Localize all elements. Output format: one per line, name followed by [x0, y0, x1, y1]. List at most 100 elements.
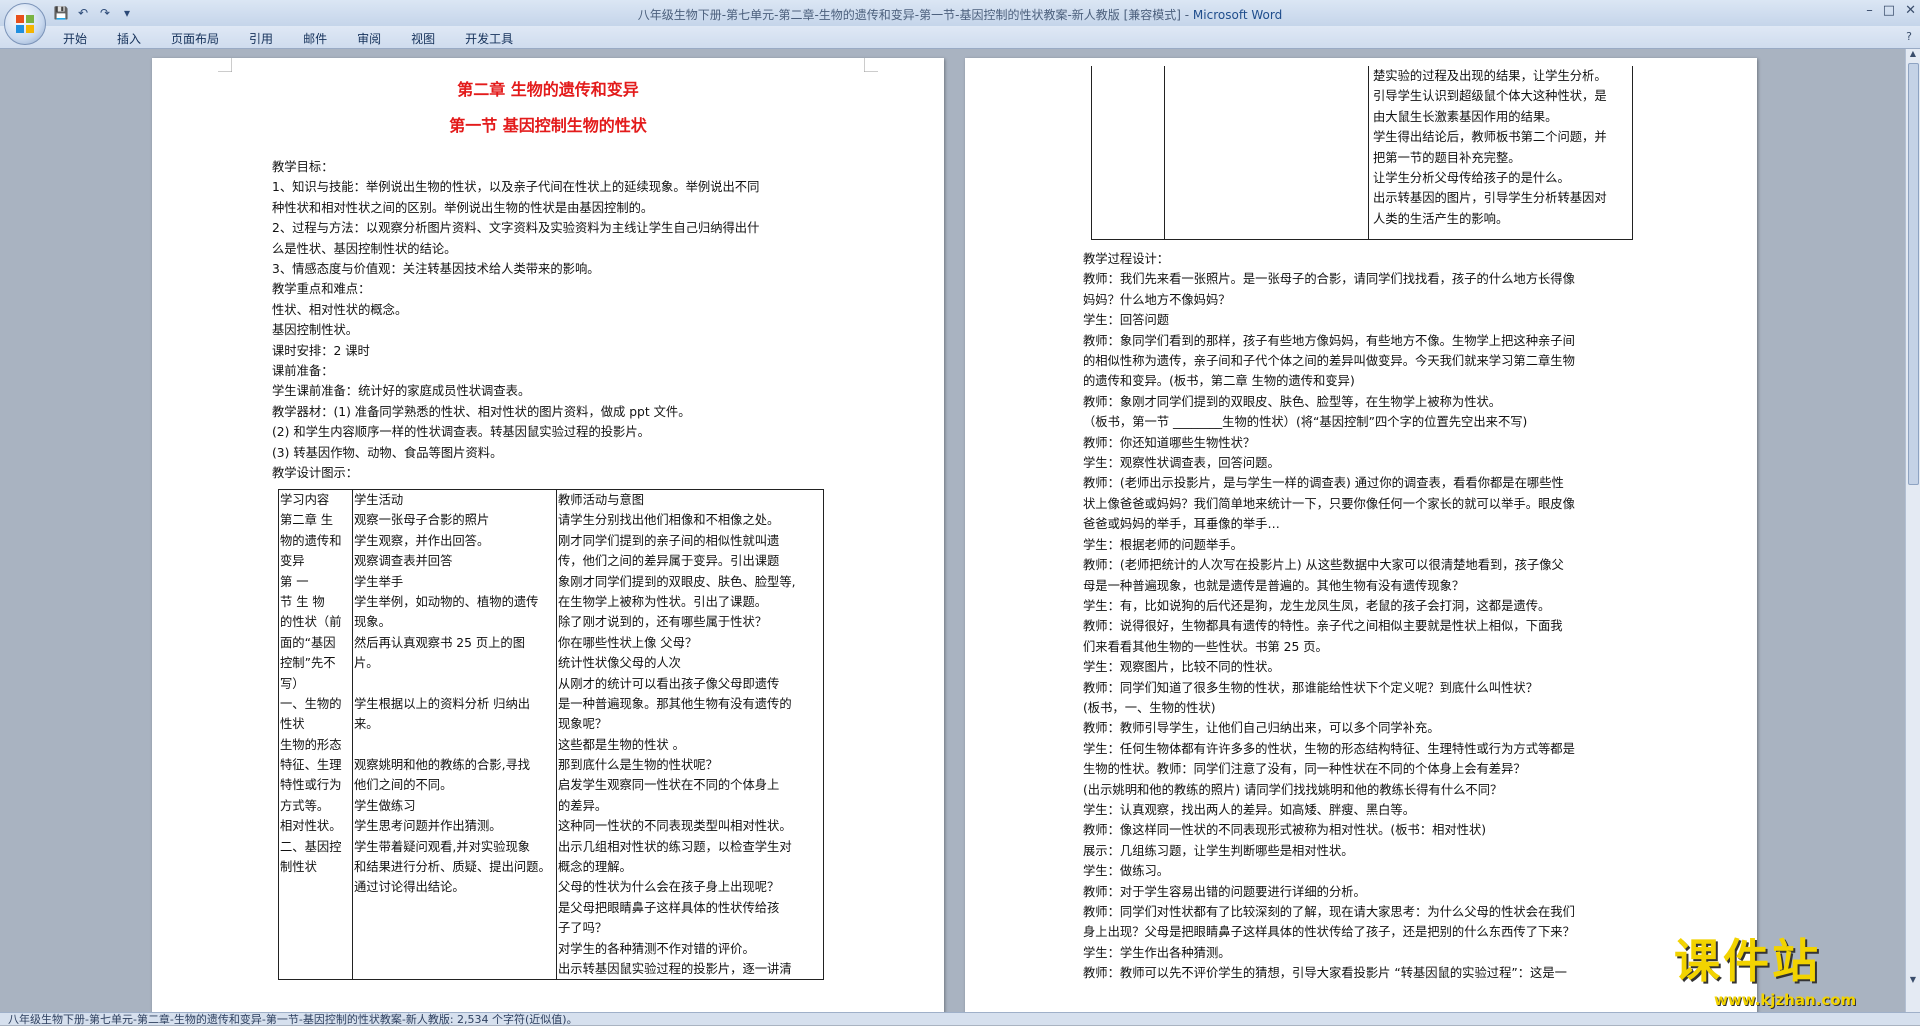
- table-cell-line: 从刚才的统计可以看出孩子像父母即遗传: [558, 676, 780, 691]
- table-cell-line: 一、生物的: [280, 696, 342, 711]
- table-cell-line: 父母的性状为什么会在孩子身上出现呢？: [558, 880, 780, 895]
- text-line: 妈妈？什么地方不像妈妈？: [1083, 292, 1231, 307]
- text-line: 教学目标：: [272, 160, 334, 174]
- table-cell-line: 观察一张母子合影的照片: [354, 513, 490, 528]
- text-line: 教师：象刚才同学们提到的双眼皮、肤色、脸型等，在生物学上被称为性状。: [1083, 394, 1502, 409]
- text-line: 么是性状、基因控制性状的结论。: [272, 241, 457, 256]
- design-table: 学习内容 第二章 生物的遗传和 变异第 一节 生 物的性状（前 面的“基因 控制”先不写…: [278, 488, 824, 981]
- table-cell-line: 对学生的各种猜测不作对错的评价。: [558, 941, 755, 956]
- text-line: 学生：有，比如说狗的后代还是狗，龙生龙凤生凤，老鼠的孩子会打洞，这都是遗传。: [1083, 598, 1551, 613]
- maximize-button[interactable]: □: [1883, 3, 1895, 18]
- text-line: 学生：根据老师的问题举手。: [1083, 537, 1243, 552]
- table-cell-line: 第二章 生: [280, 513, 334, 528]
- table-cell-line: 学生观察，并作出回答。: [354, 533, 490, 548]
- text-line: 3、情感态度与价值观：关注转基因技术给人类带来的影响。: [272, 262, 600, 277]
- watermark-text: 课件站: [1674, 934, 1821, 988]
- table-cell-line: 引导学生认识到超级鼠个体大这种性状，是: [1373, 89, 1607, 104]
- table-cell-line: 是父母把眼睛鼻子这样具体的性状传给孩: [558, 900, 780, 915]
- table-cell-line: 学生举例，如动物的、植物的遗传: [354, 594, 539, 609]
- table-cell-line: 请学生分别找出他们相像和不相像之处。: [558, 513, 780, 528]
- text-line: 教师：教师引导学生，让他们自己归纳出来，可以多个同学补充。: [1083, 721, 1440, 736]
- table-cell-line: 学习内容: [280, 493, 330, 507]
- text-line: 教师：(老师出示投影片，是与学生一样的调查表) 通过你的调查表，看看你都是在哪些…: [1083, 476, 1564, 491]
- text-line: 的遗传和变异。(板书，第二章 生物的遗传和变异): [1083, 374, 1355, 389]
- text-line: 教师：像这样同一性状的不同表现形式被称为相对性状。(板书：相对性状): [1083, 823, 1487, 838]
- text-line: (3) 转基因作物、动物、食品等图片资料。: [272, 445, 503, 460]
- text-line: 种性状和相对性状之间的区别。举例说出生物的性状是由基因控制的。: [272, 200, 654, 215]
- table-cell-line: 他们之间的不同。: [354, 778, 453, 793]
- table-cell-line: 来。: [354, 717, 379, 732]
- ribbon-tab[interactable]: 插入: [102, 30, 156, 47]
- office-button[interactable]: [4, 3, 46, 45]
- status-bar: 八年级生物下册-第七单元-第二章-生物的遗传和变异-第一节-基因控制的性状教案-…: [0, 1012, 1920, 1026]
- table-cell-line: 楚实验的过程及出现的结果，让学生分析。: [1373, 69, 1607, 83]
- text-line: 教师：我们先来看一张照片。是一张母子的合影，请同学们找找看，孩子的什么地方长得像: [1083, 272, 1575, 287]
- ribbon-tab[interactable]: 邮件: [288, 30, 342, 47]
- table-cell-line: 二、基因控: [280, 839, 342, 854]
- text-line: 学生：任何生物体都有许许多多的性状，生物的形态结构特征、生理特性或行为方式等都是: [1083, 741, 1575, 756]
- table-cell-line: 除了刚才说到的，还有哪些属于性状？: [558, 615, 768, 630]
- text-line: 教师：你还知道哪些生物性状？: [1083, 435, 1256, 450]
- scroll-thumb[interactable]: [1908, 63, 1919, 485]
- table-cell-line: 通过讨论得出结论。: [354, 880, 465, 895]
- document-area[interactable]: 第二章 生物的遗传和变异 第一节 基因控制生物的性状 教学目标： 1、知识与技能：…: [0, 49, 1906, 1012]
- text-line: 教师：同学们对性状都有了比较深刻的了解，现在请大家思考：为什么父母的性状会在我们: [1083, 905, 1575, 919]
- table-cell-line: 启发学生观察同一性状在不同的个体身上: [558, 778, 780, 793]
- table-cell-line: 学生根据以上的资料分析 归纳出: [354, 696, 531, 711]
- table-cell-line: 那到底什么是生物的性状呢？: [558, 758, 718, 773]
- watermark: 课件站 www.kjzhan.com: [1674, 925, 1910, 1009]
- text-line: 展示：几组练习题，让学生判断哪些是相对性状。: [1083, 843, 1354, 858]
- text-line: 生物的性状。教师：同学们注意了没有，同一种性状在不同的个体身上会有差异？: [1083, 762, 1526, 777]
- table-cell-line: 学生活动: [354, 493, 404, 507]
- text-line: 学生：学生作出各种猜测。: [1083, 945, 1231, 960]
- text-line: 们来看看其他生物的一些性状。书第 25 页。: [1083, 639, 1328, 654]
- vertical-scrollbar[interactable]: ▲ ▼: [1905, 49, 1920, 1012]
- text-line: 学生：认真观察，找出两人的差异。如高矮、胖瘦、黑白等。: [1083, 802, 1416, 817]
- close-button[interactable]: ✕: [1905, 3, 1916, 18]
- ribbon-tab[interactable]: 视图: [396, 30, 450, 47]
- text-line: 教师：说得很好，生物都具有遗传的特性。亲子代之间相似主要就是性状上相似，下面我: [1083, 619, 1563, 634]
- table-cell-line: 象刚才同学们提到的双眼皮、肤色、脸型等,: [558, 574, 796, 589]
- scroll-up-icon[interactable]: ▲: [1906, 49, 1920, 58]
- table-cell-line: 让学生分析父母传给孩子的是什么。: [1373, 171, 1570, 186]
- text-line: 教学设计图示：: [272, 466, 359, 481]
- table-cell-line: 由大鼠生长激素基因作用的结果。: [1373, 109, 1558, 124]
- page-right: 楚实验的过程及出现的结果，让学生分析。 引导学生认识到超级鼠个体大这种性状，是 由大…: [965, 58, 1757, 1012]
- table-cell-line: 写）: [280, 676, 305, 691]
- table-cell-line: 物的遗传和: [280, 533, 342, 548]
- table-cell-line: 这些都是生物的性状 。: [558, 737, 685, 752]
- table-cell-line: 学生举手: [354, 574, 404, 589]
- ribbon-tab[interactable]: 页面布局: [156, 30, 234, 47]
- text-line: 状上像爸爸或妈妈？我们简单地来统计一下，只要你像任何一个家长的就可以举手。眼皮像: [1083, 496, 1575, 511]
- table-cell-line: 的差异。: [558, 798, 608, 813]
- table-cell-line: 和结果进行分析、质疑、提出问题。: [354, 860, 551, 875]
- table-cell-line: 节 生 物: [280, 594, 325, 609]
- text-line: (出示姚明和他的教练的照片) 请同学们找找姚明和他的教练长得有什么不同？: [1083, 782, 1503, 797]
- text-line: （板书，第一节 ________生物的性状）(将“基因控制”四个字的位置先空出来…: [1083, 415, 1528, 430]
- text-line: (板书，一、生物的性状): [1083, 700, 1216, 715]
- text-line: 课时安排：2 课时: [272, 343, 370, 358]
- office-logo-icon: [16, 15, 34, 33]
- table-col-content: 学习内容 第二章 生物的遗传和 变异第 一节 生 物的性状（前 面的“基因 控制”先不写…: [280, 491, 351, 878]
- text-line: 教学器材：(1) 准备同学熟悉的性状、相对性状的图片资料，做成 ppt 文件。: [272, 404, 691, 419]
- table-cell-line: 变异: [280, 554, 305, 569]
- text-line: 的相似性称为遗传，亲子间和子代个体之间的差异叫做变异。今天我们就来学习第二章生物: [1083, 354, 1575, 369]
- ribbon-tab[interactable]: 开始: [48, 30, 102, 47]
- text-line: 教学过程设计：: [1083, 252, 1170, 266]
- text-line: 教师：(老师把统计的人次写在投影片上) 从这些数据中大家可以很清楚地看到，孩子像…: [1083, 558, 1564, 573]
- table-cell-line: 在生物学上被称为性状。引出了课题。: [558, 594, 768, 609]
- text-line: 基因控制性状。: [272, 323, 359, 338]
- help-icon[interactable]: ?: [1906, 30, 1912, 43]
- ribbon-tab[interactable]: 引用: [234, 30, 288, 47]
- table-cell-line: 生物的形态: [280, 737, 342, 752]
- watermark-url: www.kjzhan.com: [1714, 991, 1857, 1009]
- text-line: 学生：做练习。: [1083, 864, 1170, 879]
- table-cell-line: 学生做练习: [354, 798, 416, 813]
- table-cell-line: 观察调查表并回答: [354, 554, 453, 569]
- ribbon-tab[interactable]: 审阅: [342, 30, 396, 47]
- table-cell-line: 的性状（前: [280, 615, 342, 630]
- chapter-title: 第二章 生物的遗传和变异: [457, 80, 639, 99]
- text-line: 教师：教师可以先不评价学生的猜想，引导大家看投影片 “转基因鼠的实验过程”：这是…: [1083, 966, 1567, 981]
- minimize-button[interactable]: –: [1866, 3, 1873, 18]
- ribbon-tab[interactable]: 开发工具: [450, 30, 528, 47]
